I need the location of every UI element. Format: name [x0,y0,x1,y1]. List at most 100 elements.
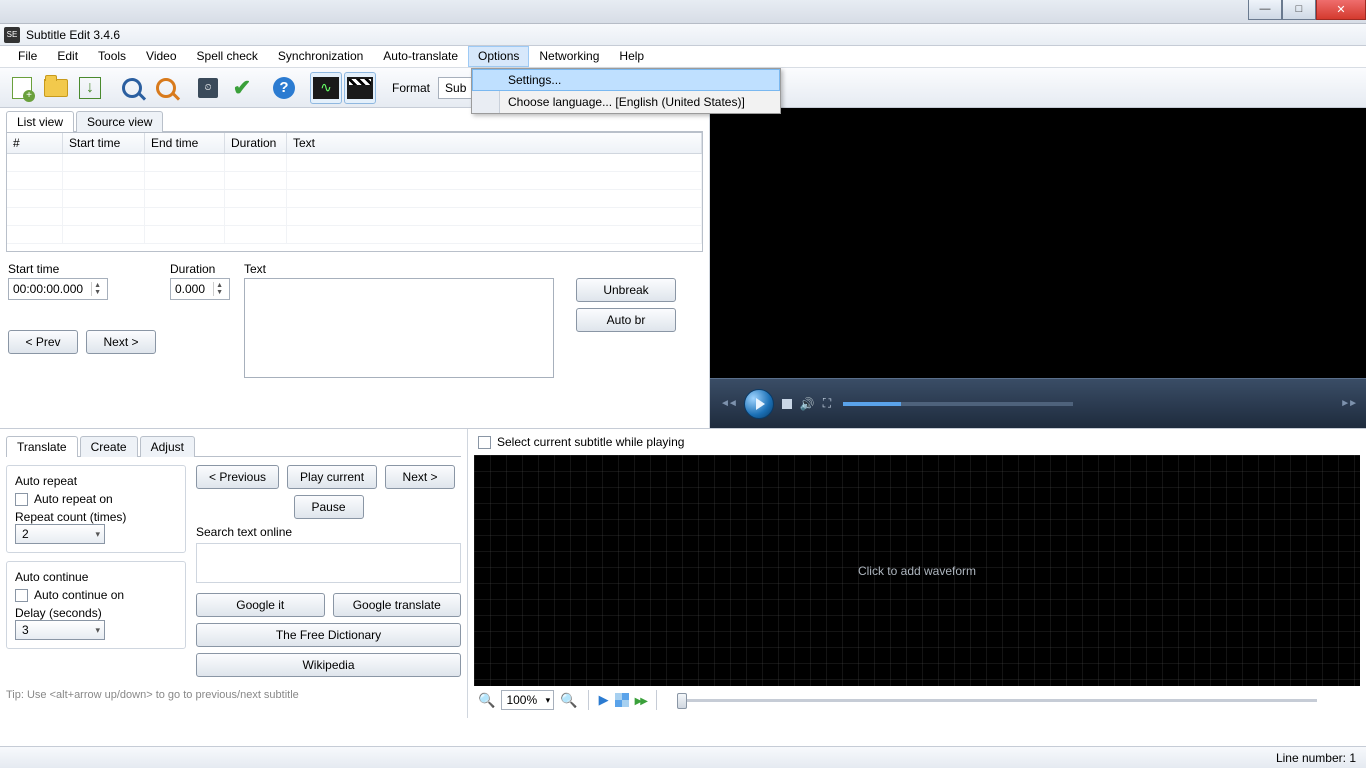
translate-pause-button[interactable]: Pause [294,495,364,519]
table-row[interactable] [7,226,702,244]
tip-text: Tip: Use <alt+arrow up/down> to go to pr… [6,683,461,701]
window-maximize-button[interactable]: □ [1282,0,1316,20]
table-row[interactable] [7,208,702,226]
toolbar-find-button[interactable] [116,72,148,104]
play-button[interactable] [744,389,774,419]
menu-options[interactable]: Options [468,46,529,67]
wikipedia-button[interactable]: Wikipedia [196,653,461,677]
menu-autotranslate[interactable]: Auto-translate [373,46,468,67]
duration-value: 0.000 [175,282,205,296]
repeatcount-select[interactable]: 2 [15,524,105,544]
slider-thumb[interactable] [677,693,687,709]
translate-previous-button[interactable]: < Previous [196,465,279,489]
starttime-value: 00:00:00.000 [13,282,83,296]
toolbar-format-label: Format [386,81,436,95]
spinner-up-icon[interactable]: ▲ [91,282,103,289]
menu-file[interactable]: File [8,46,47,67]
table-row[interactable] [7,190,702,208]
next-subtitle-button[interactable]: Next > [86,330,156,354]
toolbar-waveform-button[interactable] [310,72,342,104]
toolbar-open-button[interactable] [40,72,72,104]
toolbar-replace-button[interactable] [150,72,182,104]
grid-body [7,154,702,244]
autocontinue-title: Auto continue [15,570,177,584]
wave-position-slider[interactable] [677,699,1317,702]
menu-tools[interactable]: Tools [88,46,136,67]
text-field: Text [244,262,554,378]
autorepeat-checkbox[interactable] [15,493,28,506]
translate-next-button[interactable]: Next > [385,465,455,489]
grid-header-text[interactable]: Text [287,133,702,153]
new-file-icon [12,77,32,99]
stop-button[interactable] [782,399,792,409]
menu-options-settings[interactable]: Settings... [472,69,780,91]
free-dictionary-button[interactable]: The Free Dictionary [196,623,461,647]
grid-header-start[interactable]: Start time [63,133,145,153]
subtitle-grid[interactable]: # Start time End time Duration Text [6,132,703,252]
video-pane: ◄◄ ►► [710,108,1366,428]
fullscreen-icon[interactable] [823,396,831,411]
help-icon: ? [273,77,295,99]
tab-listview[interactable]: List view [6,111,74,132]
toolbar-new-button[interactable] [6,72,38,104]
menu-spellcheck[interactable]: Spell check [187,46,268,67]
starttime-input[interactable]: 00:00:00.000 ▲▼ [8,278,108,300]
google-it-button[interactable]: Google it [196,593,325,617]
table-row[interactable] [7,154,702,172]
zoom-value: 100% [506,693,537,707]
grid-header-end[interactable]: End time [145,133,225,153]
autorepeat-label: Auto repeat on [34,492,113,506]
forward-icon[interactable]: ►► [1340,398,1356,409]
spinner-down-icon[interactable]: ▼ [213,289,225,296]
autobr-button[interactable]: Auto br [576,308,676,332]
menu-synchronization[interactable]: Synchronization [268,46,373,67]
table-row[interactable] [7,172,702,190]
volume-icon[interactable] [800,397,815,411]
waveform-area[interactable]: Click to add waveform [474,455,1360,686]
spinner-up-icon[interactable]: ▲ [213,282,225,289]
translate-playcurrent-button[interactable]: Play current [287,465,377,489]
window-minimize-button[interactable]: — [1248,0,1282,20]
tab-adjust[interactable]: Adjust [140,436,195,457]
tab-sourceview[interactable]: Source view [76,111,163,132]
tab-translate[interactable]: Translate [6,436,78,457]
unbreak-button[interactable]: Unbreak [576,278,676,302]
autocontinue-label: Auto continue on [34,588,124,602]
duration-input[interactable]: 0.000 ▲▼ [170,278,230,300]
autocontinue-checkbox[interactable] [15,589,28,602]
save-icon [79,77,101,99]
toolbar-spellcheck-button[interactable] [226,72,258,104]
toolbar-fix-button[interactable]: ⏲ [192,72,224,104]
seek-bar[interactable] [843,402,1073,406]
window-close-button[interactable]: ✕ [1316,0,1366,20]
delay-select[interactable]: 3 [15,620,105,640]
toolbar-help-button[interactable]: ? [268,72,300,104]
tab-create[interactable]: Create [80,436,138,457]
wave-play-button[interactable]: ▶ [599,692,609,708]
grid-header-duration[interactable]: Duration [225,133,287,153]
toolbar-save-button[interactable] [74,72,106,104]
starttime-field: Start time 00:00:00.000 ▲▼ < Prev Next > [8,262,156,378]
grid-header-number[interactable]: # [7,133,63,153]
text-label: Text [244,262,554,276]
find-icon [122,78,142,98]
wave-fastforward-icon[interactable] [635,693,646,707]
menu-edit[interactable]: Edit [47,46,88,67]
spinner-down-icon[interactable]: ▼ [91,289,103,296]
zoom-out-icon[interactable]: 🔍 [478,692,495,709]
google-translate-button[interactable]: Google translate [333,593,462,617]
select-current-checkbox[interactable] [478,436,491,449]
zoom-in-icon[interactable]: 🔍 [560,692,577,709]
menu-video[interactable]: Video [136,46,186,67]
wave-grid-icon[interactable] [615,693,629,707]
zoom-select[interactable]: 100% [501,690,554,710]
menu-networking[interactable]: Networking [529,46,609,67]
menu-options-choose-language[interactable]: Choose language... [English (United Stat… [472,91,780,113]
searchonline-input[interactable] [196,543,461,583]
grid-header: # Start time End time Duration Text [7,133,702,154]
menu-help[interactable]: Help [609,46,654,67]
prev-subtitle-button[interactable]: < Prev [8,330,78,354]
subtitle-text-input[interactable] [244,278,554,378]
rewind-icon[interactable]: ◄◄ [720,398,736,409]
toolbar-video-button[interactable] [344,72,376,104]
